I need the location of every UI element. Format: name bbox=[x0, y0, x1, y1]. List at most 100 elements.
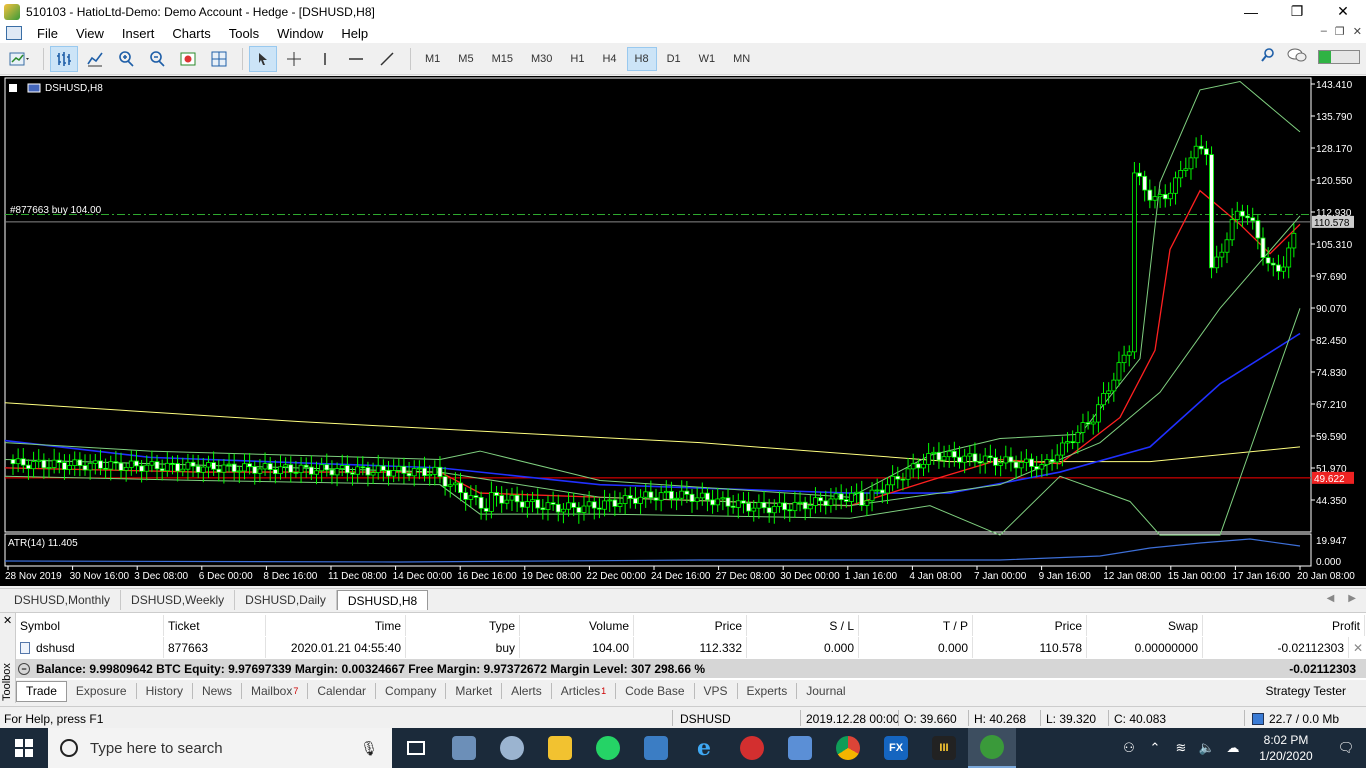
new-chart-icon[interactable] bbox=[6, 46, 34, 72]
task-view-icon[interactable] bbox=[392, 728, 440, 768]
wifi-icon[interactable]: ≋ bbox=[1168, 740, 1194, 756]
menu-window[interactable]: Window bbox=[268, 26, 332, 41]
search-icon[interactable] bbox=[1260, 47, 1276, 66]
col-ticket[interactable]: Ticket bbox=[164, 615, 266, 636]
tab-journal[interactable]: Journal bbox=[797, 683, 854, 699]
chat-icon[interactable] bbox=[1286, 47, 1308, 66]
crosshair-icon[interactable] bbox=[280, 46, 308, 72]
volume-icon[interactable]: 🔈 bbox=[1194, 740, 1220, 756]
chart-tab-monthly[interactable]: DSHUSD,Monthly bbox=[4, 590, 122, 610]
tab-scroll-left-icon[interactable]: ◀ bbox=[1327, 593, 1335, 604]
clock[interactable]: 8:02 PM 1/20/2020 bbox=[1246, 732, 1326, 764]
chevron-up-icon[interactable]: ⌃ bbox=[1142, 740, 1168, 756]
remote-desktop-icon[interactable] bbox=[632, 728, 680, 768]
tab-calendar[interactable]: Calendar bbox=[308, 683, 377, 699]
col-type[interactable]: Type bbox=[406, 615, 520, 636]
fxchoice-icon[interactable]: FX bbox=[872, 728, 920, 768]
onedrive-icon[interactable]: ☁ bbox=[1220, 740, 1246, 756]
close-position-icon[interactable]: ✕ bbox=[1349, 637, 1365, 658]
people-icon[interactable]: ⚇ bbox=[1116, 740, 1142, 756]
child-minimize-button[interactable]: – bbox=[1321, 25, 1327, 38]
tab-mailbox[interactable]: Mailbox 7 bbox=[242, 683, 309, 699]
tab-articles[interactable]: Articles 1 bbox=[552, 683, 617, 699]
col-price[interactable]: Price bbox=[634, 615, 747, 636]
minimize-button[interactable]: — bbox=[1228, 0, 1274, 23]
timeframe-m5[interactable]: M5 bbox=[450, 47, 481, 71]
trade-sl[interactable]: 0.000 bbox=[747, 637, 859, 658]
menu-tools[interactable]: Tools bbox=[220, 26, 268, 41]
bar-chart-icon[interactable] bbox=[50, 45, 78, 72]
line-chart-icon[interactable] bbox=[81, 46, 109, 72]
zoom-in-icon[interactable] bbox=[112, 46, 140, 72]
microphone-icon[interactable]: 🎙 bbox=[360, 740, 378, 757]
metatrader-icon[interactable] bbox=[968, 728, 1016, 768]
timeframe-h4[interactable]: H4 bbox=[594, 47, 624, 71]
col-current-price[interactable]: Price bbox=[973, 615, 1087, 636]
trading-app-icon[interactable]: III bbox=[920, 728, 968, 768]
trade-tp[interactable]: 0.000 bbox=[859, 637, 973, 658]
auto-trading-icon[interactable] bbox=[174, 46, 202, 72]
timeframe-m30[interactable]: M30 bbox=[523, 47, 560, 71]
col-time[interactable]: Time bbox=[266, 615, 406, 636]
internet-explorer-icon[interactable]: e bbox=[680, 728, 728, 768]
chart-tab-daily[interactable]: DSHUSD,Daily bbox=[235, 590, 337, 610]
tab-experts[interactable]: Experts bbox=[738, 683, 798, 699]
col-tp[interactable]: T / P bbox=[859, 615, 973, 636]
menu-file[interactable]: File bbox=[28, 26, 67, 41]
collapse-icon[interactable]: − bbox=[18, 662, 30, 675]
start-button[interactable] bbox=[0, 728, 48, 768]
price-chart[interactable]: 143.410 135.790 128.170 120.550 112.930 105.3… bbox=[0, 76, 1366, 586]
child-close-button[interactable]: ✕ bbox=[1353, 25, 1362, 38]
chrome-icon[interactable] bbox=[824, 728, 872, 768]
maximize-button[interactable]: ❐ bbox=[1274, 0, 1320, 23]
close-button[interactable]: ✕ bbox=[1320, 0, 1366, 23]
tab-company[interactable]: Company bbox=[376, 683, 447, 699]
col-volume[interactable]: Volume bbox=[520, 615, 634, 636]
menu-insert[interactable]: Insert bbox=[113, 26, 164, 41]
timeframe-d1[interactable]: D1 bbox=[659, 47, 689, 71]
menu-charts[interactable]: Charts bbox=[163, 26, 219, 41]
col-symbol[interactable]: Symbol bbox=[16, 615, 164, 636]
templates-icon[interactable] bbox=[205, 46, 233, 72]
tab-code-base[interactable]: Code Base bbox=[616, 683, 695, 699]
taskbar-search[interactable]: Type here to search 🎙 bbox=[48, 728, 392, 768]
menu-view[interactable]: View bbox=[67, 26, 113, 41]
col-swap[interactable]: Swap bbox=[1087, 615, 1203, 636]
close-toolbox-icon[interactable]: ✕ bbox=[3, 614, 12, 627]
chart-canvas[interactable]: 143.410135.790128.170120.550112.930105.3… bbox=[0, 76, 1366, 586]
screen-recorder-icon[interactable] bbox=[728, 728, 776, 768]
trendline-icon[interactable] bbox=[373, 46, 401, 72]
timeframe-mn[interactable]: MN bbox=[725, 47, 758, 71]
tab-news[interactable]: News bbox=[193, 683, 242, 699]
tab-scroll-right-icon[interactable]: ▶ bbox=[1348, 593, 1356, 604]
timeframe-m1[interactable]: M1 bbox=[417, 47, 448, 71]
cursor-icon[interactable] bbox=[249, 45, 277, 72]
file-explorer-icon[interactable] bbox=[536, 728, 584, 768]
zoom-out-icon[interactable] bbox=[143, 46, 171, 72]
whatsapp-icon[interactable] bbox=[584, 728, 632, 768]
horizontal-line-icon[interactable] bbox=[342, 46, 370, 72]
child-restore-button[interactable]: ❐ bbox=[1335, 25, 1345, 38]
file-manager-app-icon[interactable] bbox=[440, 728, 488, 768]
trade-row[interactable]: dshusd 877663 2020.01.21 04:55:40 buy 10… bbox=[16, 637, 1366, 658]
timeframe-m15[interactable]: M15 bbox=[484, 47, 521, 71]
tab-vps[interactable]: VPS bbox=[695, 683, 738, 699]
col-sl[interactable]: S / L bbox=[747, 615, 859, 636]
timeframe-w1[interactable]: W1 bbox=[691, 47, 724, 71]
timeframe-h8[interactable]: H8 bbox=[626, 46, 657, 71]
paint-app-icon[interactable] bbox=[488, 728, 536, 768]
notifications-icon[interactable]: 🗨 bbox=[1326, 740, 1366, 756]
chart-tab-h8[interactable]: DSHUSD,H8 bbox=[336, 590, 429, 610]
tab-history[interactable]: History bbox=[137, 683, 193, 699]
tab-market[interactable]: Market bbox=[446, 683, 503, 699]
vertical-line-icon[interactable] bbox=[311, 46, 339, 72]
tab-exposure[interactable]: Exposure bbox=[67, 683, 137, 699]
col-profit[interactable]: Profit bbox=[1203, 615, 1365, 636]
tab-alerts[interactable]: Alerts bbox=[502, 683, 552, 699]
calculator-app-icon[interactable] bbox=[776, 728, 824, 768]
tab-trade[interactable]: Trade bbox=[16, 680, 67, 702]
timeframe-h1[interactable]: H1 bbox=[562, 47, 592, 71]
chart-window-icon[interactable] bbox=[6, 26, 22, 40]
menu-help[interactable]: Help bbox=[332, 26, 377, 41]
chart-tab-weekly[interactable]: DSHUSD,Weekly bbox=[121, 590, 236, 610]
